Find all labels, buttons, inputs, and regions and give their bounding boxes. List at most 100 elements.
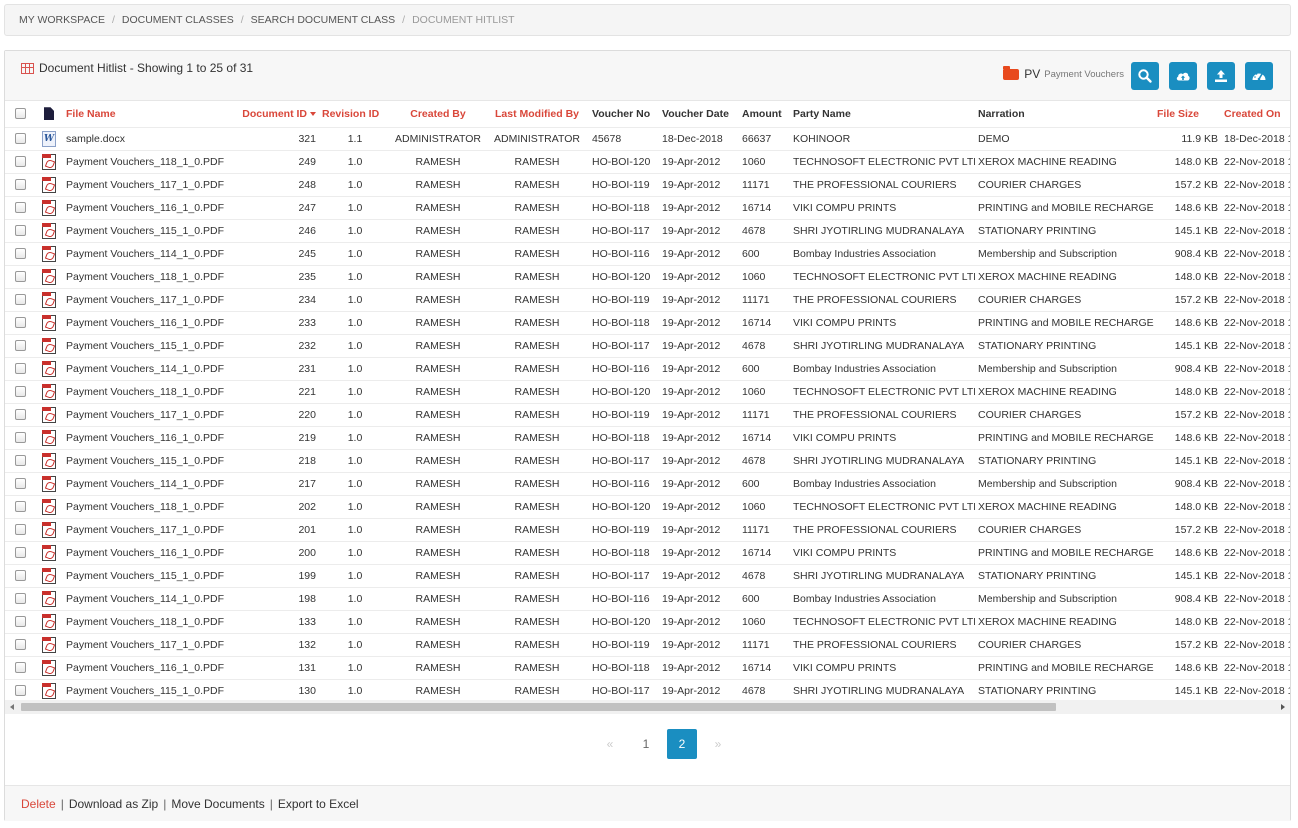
pdf-file-icon[interactable]	[42, 498, 56, 515]
file-name-cell[interactable]: Payment Vouchers_118_1_0.PDF	[63, 264, 231, 288]
col-file-name[interactable]: File Name	[63, 101, 231, 127]
scroll-right-icon[interactable]	[1276, 700, 1290, 714]
file-name-cell[interactable]: Payment Vouchers_118_1_0.PDF	[63, 609, 231, 633]
row-checkbox[interactable]	[14, 271, 26, 283]
file-name-cell[interactable]: Payment Vouchers_115_1_0.PDF	[63, 448, 231, 472]
pdf-file-icon[interactable]	[42, 636, 56, 653]
row-checkbox[interactable]	[14, 248, 26, 260]
file-name-cell[interactable]: Payment Vouchers_118_1_0.PDF	[63, 379, 231, 403]
search-button[interactable]	[1131, 62, 1159, 90]
file-name-cell[interactable]: Payment Vouchers_117_1_0.PDF	[63, 517, 231, 541]
pdf-file-icon[interactable]	[42, 176, 56, 193]
file-name-cell[interactable]: Payment Vouchers_115_1_0.PDF	[63, 678, 231, 702]
table-row[interactable]: Payment Vouchers_115_1_0.PDF 218 1.0 RAMESH…	[5, 448, 1290, 472]
table-row[interactable]: sample.docx3211.1ADMINISTRATORADMINISTRA…	[5, 126, 1290, 150]
row-checkbox[interactable]	[14, 524, 26, 536]
dashboard-button[interactable]	[1245, 62, 1273, 90]
table-row[interactable]: Payment Vouchers_118_1_0.PDF 133 1.0 RAMESH…	[5, 609, 1290, 633]
pdf-file-icon[interactable]	[42, 360, 56, 377]
row-checkbox[interactable]	[14, 363, 26, 375]
pagination-page-1[interactable]: 1	[631, 729, 661, 759]
table-row[interactable]: Payment Vouchers_114_1_0.PDF 198 1.0 RAMESH…	[5, 586, 1290, 610]
row-checkbox[interactable]	[14, 202, 26, 214]
table-row[interactable]: Payment Vouchers_116_1_0.PDF 247 1.0 RAMESH…	[5, 195, 1290, 219]
table-row[interactable]: Payment Vouchers_117_1_0.PDF 132 1.0 RAMESH…	[5, 632, 1290, 656]
scroll-left-icon[interactable]	[5, 700, 19, 714]
table-row[interactable]: Payment Vouchers_116_1_0.PDF 233 1.0 RAMESH…	[5, 310, 1290, 334]
row-checkbox[interactable]	[14, 133, 26, 145]
row-checkbox[interactable]	[14, 156, 26, 168]
col-created-on[interactable]: Created On	[1221, 101, 1290, 127]
upload-button[interactable]	[1207, 62, 1235, 90]
table-row[interactable]: Payment Vouchers_117_1_0.PDF 248 1.0 RAMESH…	[5, 172, 1290, 196]
file-name-cell[interactable]: Payment Vouchers_117_1_0.PDF	[63, 287, 231, 311]
pagination-page-2[interactable]: 2	[667, 729, 697, 759]
breadcrumb-my-workspace[interactable]: MY WORKSPACE	[19, 14, 105, 26]
file-name-cell[interactable]: Payment Vouchers_116_1_0.PDF	[63, 540, 231, 564]
table-row[interactable]: Payment Vouchers_114_1_0.PDF 217 1.0 RAMESH…	[5, 471, 1290, 495]
pdf-file-icon[interactable]	[42, 314, 56, 331]
file-name-cell[interactable]: Payment Vouchers_116_1_0.PDF	[63, 655, 231, 679]
table-row[interactable]: Payment Vouchers_118_1_0.PDF 235 1.0 RAMESH…	[5, 264, 1290, 288]
pdf-file-icon[interactable]	[42, 291, 56, 308]
file-name-cell[interactable]: Payment Vouchers_115_1_0.PDF	[63, 333, 231, 357]
pdf-file-icon[interactable]	[42, 544, 56, 561]
row-checkbox[interactable]	[14, 225, 26, 237]
row-checkbox[interactable]	[14, 317, 26, 329]
row-checkbox[interactable]	[14, 478, 26, 490]
table-row[interactable]: Payment Vouchers_115_1_0.PDF 130 1.0 RAMESH…	[5, 678, 1290, 702]
pdf-file-icon[interactable]	[42, 452, 56, 469]
pdf-file-icon[interactable]	[42, 590, 56, 607]
row-checkbox[interactable]	[14, 662, 26, 674]
pdf-file-icon[interactable]	[42, 383, 56, 400]
table-row[interactable]: Payment Vouchers_116_1_0.PDF 219 1.0 RAMESH…	[5, 425, 1290, 449]
file-name-cell[interactable]: Payment Vouchers_118_1_0.PDF	[63, 149, 231, 173]
row-checkbox[interactable]	[14, 340, 26, 352]
pdf-file-icon[interactable]	[42, 521, 56, 538]
row-checkbox[interactable]	[14, 386, 26, 398]
row-checkbox[interactable]	[14, 409, 26, 421]
file-name-cell[interactable]: Payment Vouchers_116_1_0.PDF	[63, 195, 231, 219]
select-all-checkbox[interactable]	[14, 108, 26, 120]
file-name-cell[interactable]: Payment Vouchers_114_1_0.PDF	[63, 356, 231, 380]
row-checkbox[interactable]	[14, 685, 26, 697]
file-name-cell[interactable]: Payment Vouchers_116_1_0.PDF	[63, 310, 231, 334]
horizontal-scrollbar[interactable]	[5, 700, 1290, 714]
pdf-file-icon[interactable]	[42, 659, 56, 676]
row-checkbox[interactable]	[14, 570, 26, 582]
cloud-upload-button[interactable]	[1169, 62, 1197, 90]
table-row[interactable]: Payment Vouchers_115_1_0.PDF 246 1.0 RAMESH…	[5, 218, 1290, 242]
move-documents-link[interactable]: Move Documents	[171, 797, 264, 811]
download-zip-link[interactable]: Download as Zip	[69, 797, 158, 811]
row-checkbox[interactable]	[14, 616, 26, 628]
table-row[interactable]: Payment Vouchers_115_1_0.PDF 199 1.0 RAMESH…	[5, 563, 1290, 587]
table-row[interactable]: Payment Vouchers_116_1_0.PDF 200 1.0 RAMESH…	[5, 540, 1290, 564]
row-checkbox[interactable]	[14, 179, 26, 191]
file-name-cell[interactable]: Payment Vouchers_115_1_0.PDF	[63, 563, 231, 587]
col-created-by[interactable]: Created By	[391, 101, 485, 127]
pdf-file-icon[interactable]	[42, 567, 56, 584]
row-checkbox[interactable]	[14, 432, 26, 444]
file-name-cell[interactable]: Payment Vouchers_115_1_0.PDF	[63, 218, 231, 242]
word-file-icon[interactable]	[42, 130, 56, 147]
breadcrumb-document-classes[interactable]: DOCUMENT CLASSES	[122, 14, 234, 26]
row-checkbox[interactable]	[14, 455, 26, 467]
pdf-file-icon[interactable]	[42, 245, 56, 262]
col-revision-id[interactable]: Revision ID	[319, 101, 391, 127]
row-checkbox[interactable]	[14, 294, 26, 306]
delete-link[interactable]: Delete	[21, 797, 56, 811]
table-row[interactable]: Payment Vouchers_118_1_0.PDF 249 1.0 RAMESH…	[5, 149, 1290, 173]
pdf-file-icon[interactable]	[42, 682, 56, 699]
pdf-file-icon[interactable]	[42, 199, 56, 216]
pdf-file-icon[interactable]	[42, 613, 56, 630]
pdf-file-icon[interactable]	[42, 337, 56, 354]
pdf-file-icon[interactable]	[42, 475, 56, 492]
table-row[interactable]: Payment Vouchers_117_1_0.PDF 234 1.0 RAMESH…	[5, 287, 1290, 311]
table-row[interactable]: Payment Vouchers_117_1_0.PDF 201 1.0 RAMESH…	[5, 517, 1290, 541]
table-row[interactable]: Payment Vouchers_115_1_0.PDF 232 1.0 RAMESH…	[5, 333, 1290, 357]
pdf-file-icon[interactable]	[42, 153, 56, 170]
pdf-file-icon[interactable]	[42, 406, 56, 423]
file-name-cell[interactable]: Payment Vouchers_114_1_0.PDF	[63, 241, 231, 265]
file-name-cell[interactable]: Payment Vouchers_117_1_0.PDF	[63, 172, 231, 196]
file-name-cell[interactable]: Payment Vouchers_117_1_0.PDF	[63, 402, 231, 426]
